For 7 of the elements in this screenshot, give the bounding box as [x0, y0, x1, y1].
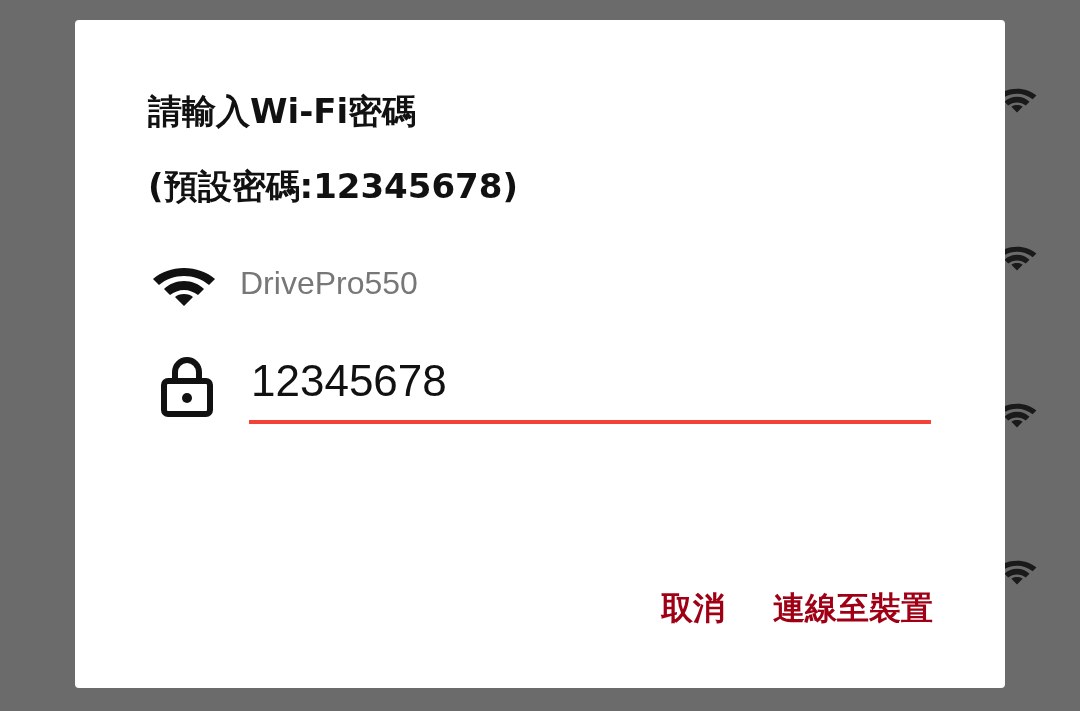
network-name: DrivePro550: [240, 264, 418, 304]
lock-icon: [161, 355, 213, 418]
cancel-button[interactable]: 取消: [661, 584, 725, 632]
connect-button[interactable]: 連線至裝置: [773, 584, 933, 632]
dialog-title: (預設密碼:12345678): [148, 167, 519, 207]
dialog-title: 請輸入Wi-Fi密碼: [148, 92, 418, 132]
password-field[interactable]: 12345678: [249, 348, 931, 425]
